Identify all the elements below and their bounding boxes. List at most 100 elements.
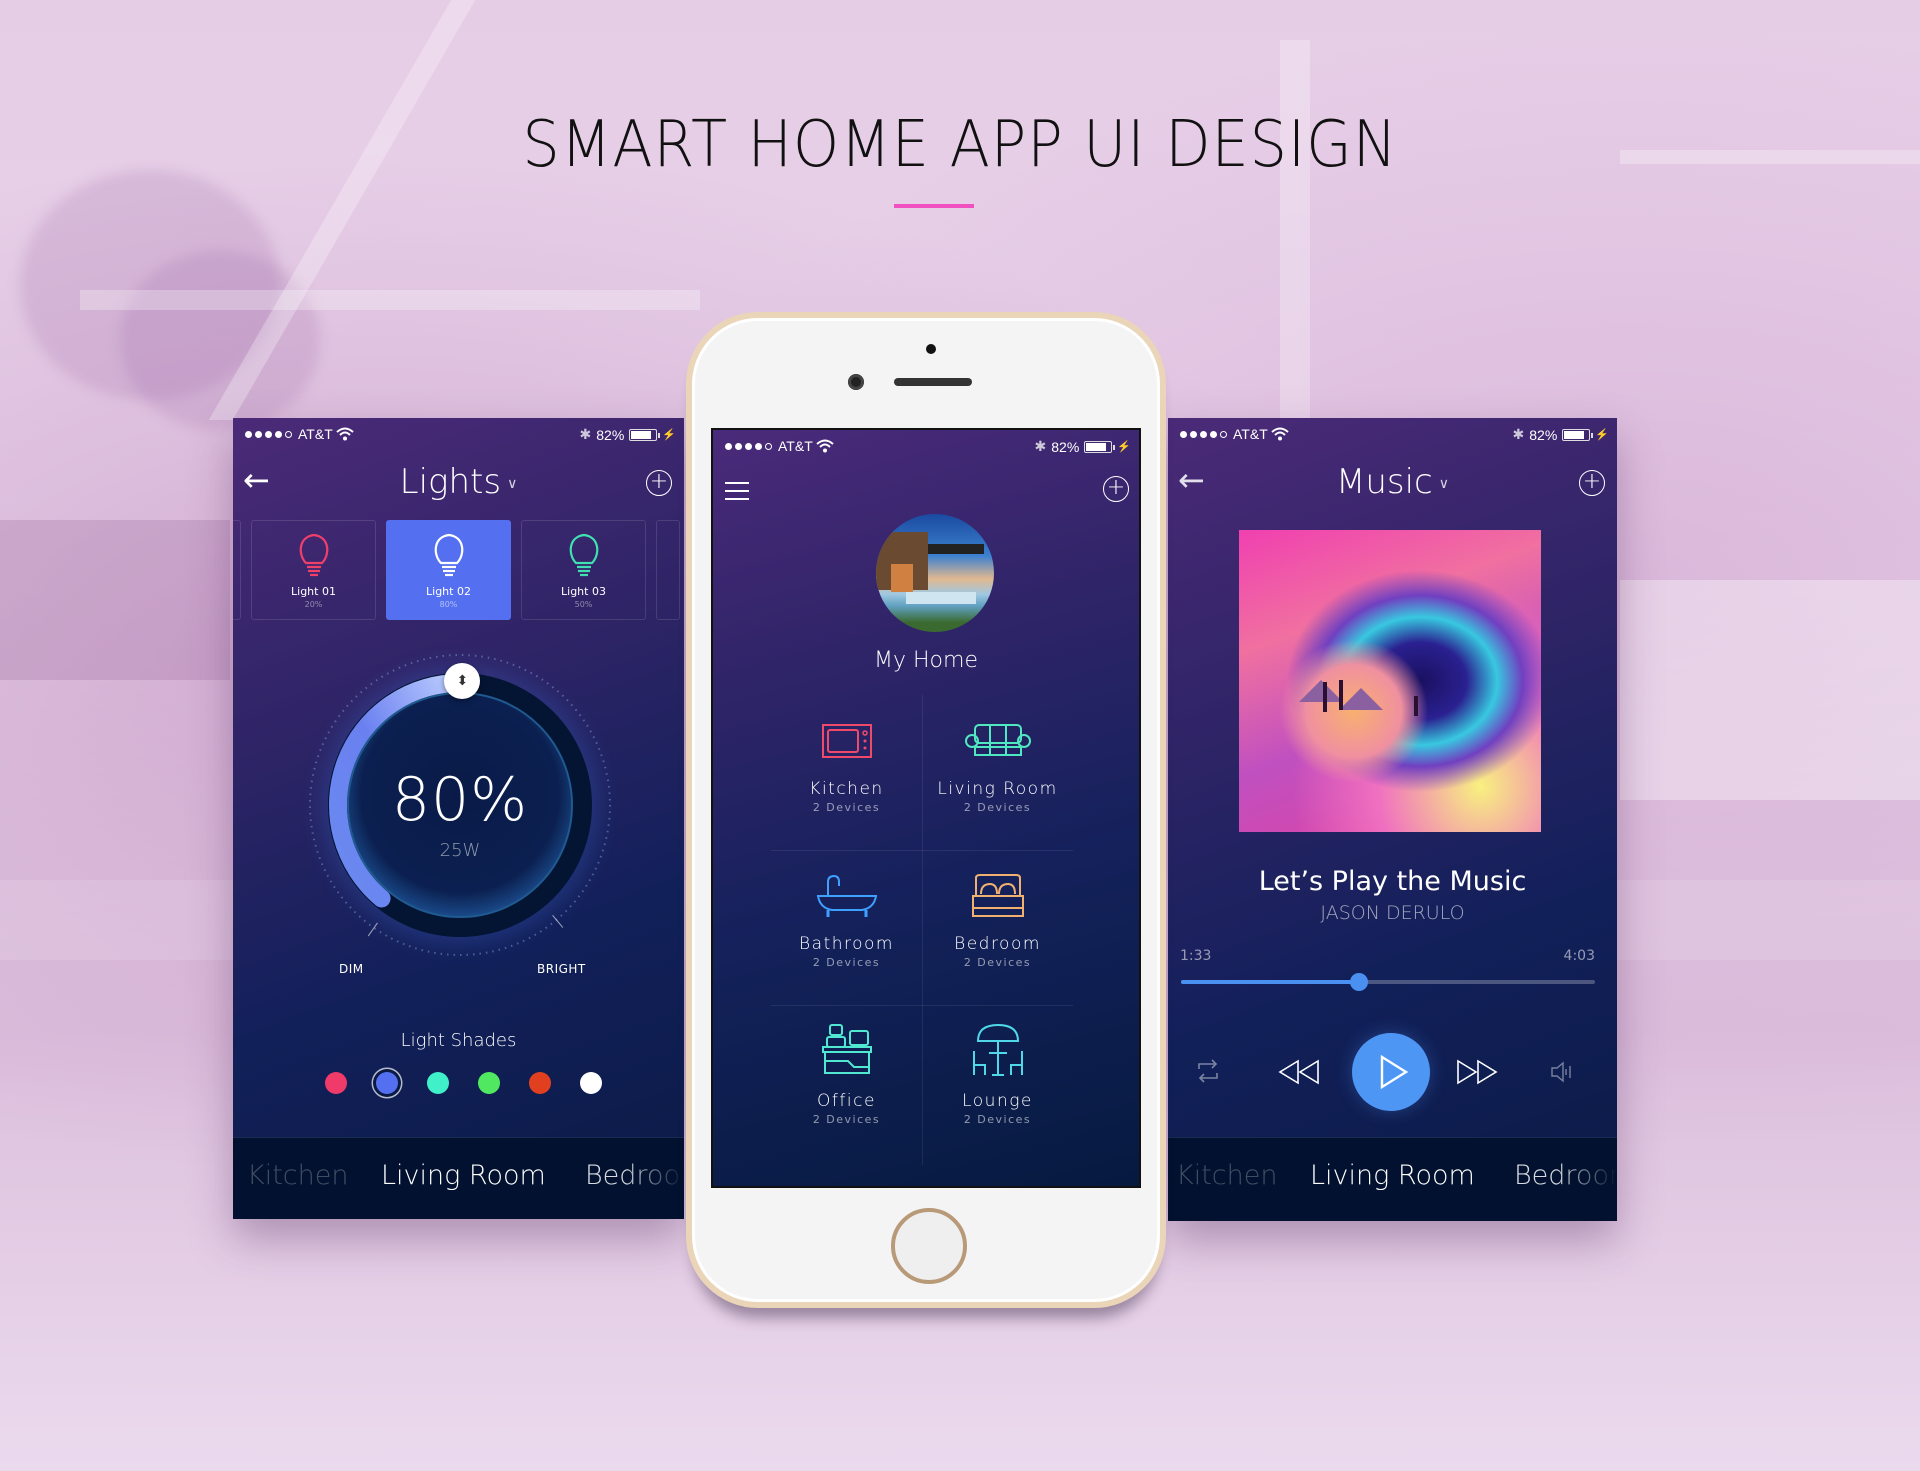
- status-bar: AT&T ✱ 82% ⚡: [713, 438, 1139, 458]
- battery-fill: [1086, 442, 1106, 451]
- light-name: Light 02: [426, 585, 471, 598]
- battery-icon: [1084, 440, 1116, 453]
- rewind-button[interactable]: [1278, 1059, 1320, 1085]
- room-card-living-room[interactable]: Living Room 2 Devices: [922, 695, 1073, 850]
- wattage-value: 25W: [439, 840, 481, 861]
- progress-slider[interactable]: [1181, 973, 1595, 991]
- signal-dot: [285, 430, 292, 438]
- fast-forward-button[interactable]: [1456, 1059, 1498, 1085]
- iphone-device: AT&T ✱ 82% ⚡ + My Home Kitchen 2 Devices…: [686, 312, 1166, 1308]
- signal-dot: [765, 442, 772, 450]
- repeat-icon[interactable]: [1196, 1057, 1220, 1085]
- wifi-icon: [336, 427, 354, 441]
- front-camera: [848, 374, 864, 390]
- room-card-office[interactable]: Office 2 Devices: [771, 1005, 922, 1160]
- page-title: SMART HOME APP UI DESIGN: [522, 108, 1398, 182]
- room-card-lounge[interactable]: Lounge 2 Devices: [922, 1005, 1073, 1160]
- sofa-icon: [964, 724, 1031, 756]
- charging-icon: ⚡: [662, 429, 676, 441]
- avatar-house-pool: [906, 592, 976, 604]
- room-tab-kitchen[interactable]: Kitchen: [1176, 1160, 1277, 1191]
- battery-label: 82%: [1051, 438, 1080, 455]
- room-card-kitchen[interactable]: Kitchen 2 Devices: [771, 695, 922, 850]
- music-screen: AT&T ✱ 82% ⚡ ← Music ∨ + Let’s Play the M…: [1168, 418, 1617, 1221]
- room-name: Lounge: [962, 1091, 1033, 1111]
- light-shade-swatch[interactable]: [376, 1072, 398, 1094]
- signal-dot: [245, 430, 252, 438]
- battery-icon: [1562, 428, 1594, 441]
- screen-title: Music: [1336, 462, 1433, 502]
- dim-label: DIM: [339, 962, 364, 976]
- signal-dot: [1200, 430, 1207, 438]
- wifi-icon: [1271, 427, 1289, 441]
- room-tab-living-room[interactable]: Living Room: [381, 1160, 546, 1191]
- lights-screen: AT&T ✱ 82% ⚡ ← Lights ∨ + Light 01 20% L…: [233, 418, 684, 1219]
- wifi-icon: [816, 439, 834, 453]
- light-shade-swatch[interactable]: [325, 1072, 347, 1094]
- room-tab-bedroom[interactable]: Bedroom: [1514, 1160, 1617, 1191]
- room-tab-bedroom[interactable]: Bedroom: [585, 1160, 684, 1191]
- light-shade-swatch[interactable]: [478, 1072, 500, 1094]
- home-screen: AT&T ✱ 82% ⚡ + My Home Kitchen 2 Devices…: [711, 428, 1141, 1188]
- carrier-label: AT&T: [778, 438, 813, 454]
- room-name: Office: [817, 1091, 876, 1111]
- album-art: [1239, 530, 1541, 832]
- bed-icon: [971, 874, 1024, 917]
- light-name: Light 03: [561, 585, 606, 598]
- light-bulb-icon: [434, 533, 463, 577]
- light-card[interactable]: Light 03 50%: [521, 520, 646, 620]
- room-tab-living-room[interactable]: Living Room: [1310, 1160, 1475, 1191]
- current-time: 1:33: [1180, 948, 1212, 964]
- light-card-selected[interactable]: Light 02 80%: [386, 520, 511, 620]
- album-mountain: [1339, 688, 1383, 710]
- signal-dot: [755, 442, 762, 450]
- play-button[interactable]: [1352, 1033, 1430, 1111]
- track-title: Let’s Play the Music: [1258, 866, 1527, 897]
- status-bar: AT&T ✱ 82% ⚡: [233, 426, 684, 446]
- signal-dot: [1220, 430, 1227, 438]
- battery-icon: [629, 428, 661, 441]
- light-shade-swatch[interactable]: [427, 1072, 449, 1094]
- volume-button[interactable]: [1550, 1061, 1574, 1083]
- brightness-value: 80%: [391, 765, 529, 835]
- room-tab-kitchen[interactable]: Kitchen: [247, 1160, 348, 1191]
- room-card-bedroom[interactable]: Bedroom 2 Devices: [922, 850, 1073, 1005]
- room-card-bathroom[interactable]: Bathroom 2 Devices: [771, 850, 922, 1005]
- brightness-dial[interactable]: 80% 25W ⬍ DIM BRIGHT: [295, 640, 625, 976]
- microwave-icon: [821, 724, 872, 758]
- title-underline: [894, 204, 974, 208]
- signal-dot: [275, 430, 282, 438]
- chevron-down-icon: ∨: [1438, 475, 1449, 492]
- home-button[interactable]: [891, 1208, 967, 1284]
- light-card-partial[interactable]: [233, 520, 241, 620]
- light-bulb-icon: [299, 533, 328, 577]
- light-card-partial[interactable]: [656, 520, 680, 620]
- hamburger-menu-icon[interactable]: [725, 482, 749, 506]
- room-device-count: 2 Devices: [963, 956, 1032, 969]
- screen-title-dropdown[interactable]: Lights ∨: [233, 462, 684, 502]
- light-cards: Light 01 20% Light 02 80% Light 03 50%: [233, 520, 680, 620]
- light-card[interactable]: Light 01 20%: [251, 520, 376, 620]
- add-button[interactable]: +: [646, 470, 672, 496]
- home-avatar[interactable]: [876, 514, 994, 632]
- add-button[interactable]: +: [1103, 476, 1129, 502]
- signal-dot: [725, 442, 732, 450]
- album-mountain: [1299, 680, 1343, 702]
- bathtub-icon: [816, 874, 877, 917]
- proximity-sensor: [926, 344, 936, 354]
- add-button[interactable]: +: [1579, 470, 1605, 496]
- room-name: Kitchen: [809, 779, 884, 799]
- carrier-label: AT&T: [298, 426, 333, 442]
- light-shade-swatch[interactable]: [529, 1072, 551, 1094]
- screen-title-dropdown[interactable]: Music ∨: [1168, 462, 1617, 502]
- charging-icon: ⚡: [1595, 429, 1609, 441]
- light-value: 80%: [439, 600, 458, 609]
- home-name: My Home: [874, 648, 978, 673]
- progress-thumb[interactable]: [1350, 973, 1369, 991]
- light-shade-swatch[interactable]: [580, 1072, 602, 1094]
- bluetooth-icon: ✱: [1034, 438, 1047, 454]
- carrier-label: AT&T: [1233, 426, 1268, 442]
- room-tabs: Kitchen Living Room Bedroom: [1168, 1137, 1617, 1221]
- room-name: Living Room: [937, 779, 1058, 799]
- charging-icon: ⚡: [1117, 441, 1131, 453]
